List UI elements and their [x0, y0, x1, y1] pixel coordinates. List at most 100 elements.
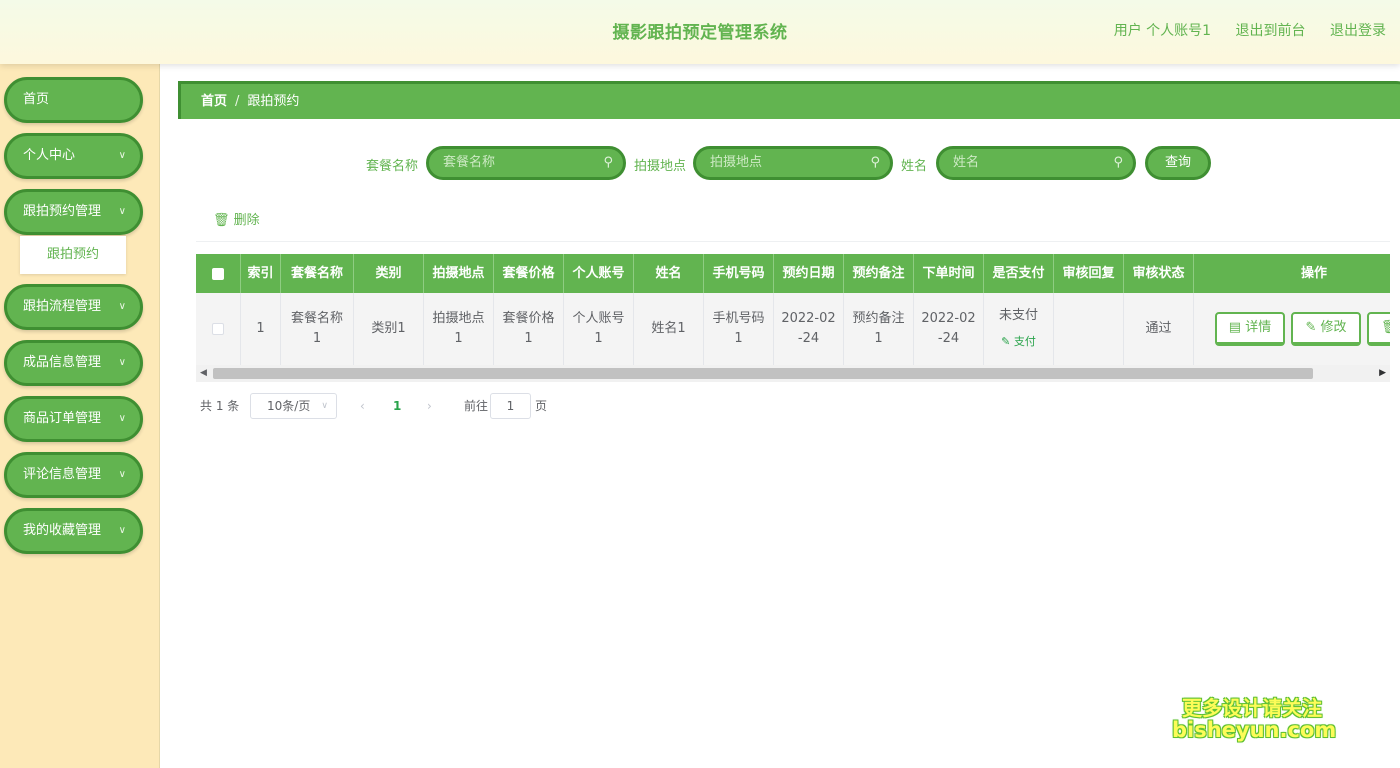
- location-placeholder: 拍摄地点: [710, 155, 763, 170]
- row-select-cell: [196, 293, 241, 365]
- prev-page-icon[interactable]: ‹: [360, 394, 365, 418]
- cell-account: 个人账号1: [564, 293, 634, 365]
- row-delete-button[interactable]: 🗑: [1367, 312, 1390, 346]
- chevron-down-icon: ∨: [118, 413, 126, 424]
- scroll-left-arrow-icon[interactable]: ◀: [200, 368, 207, 378]
- chevron-down-icon: ∨: [118, 469, 126, 480]
- package-name-input[interactable]: 套餐名称 ⚲: [426, 146, 626, 180]
- column-header-review-reply: 审核回复: [1054, 254, 1124, 293]
- name-label: 姓名: [901, 159, 928, 174]
- package-name-label: 套餐名称: [366, 159, 419, 174]
- column-header-remark: 预约备注: [844, 254, 914, 293]
- query-button[interactable]: 查询: [1145, 146, 1211, 180]
- sidebar-item-order-management[interactable]: 商品订单管理 ∨: [4, 396, 143, 442]
- watermark-line1: 更多设计请关注: [1182, 696, 1322, 720]
- delete-label: 删除: [233, 213, 260, 228]
- trash-icon: 🗑: [213, 213, 230, 228]
- edit-icon: ✎: [1001, 335, 1011, 348]
- user-account-label: 用户 个人账号1: [1113, 23, 1212, 39]
- cell-name: 姓名1: [634, 293, 704, 365]
- detail-button[interactable]: ▤ 详情: [1215, 312, 1285, 346]
- column-header-order-time: 下单时间: [914, 254, 984, 293]
- cell-location: 拍摄地点1: [424, 293, 494, 365]
- package-name-placeholder: 套餐名称: [443, 155, 496, 170]
- delete-button[interactable]: 🗑 删除: [213, 209, 260, 228]
- sidebar-item-label: 我的收藏管理: [23, 523, 102, 538]
- chevron-down-icon: ∨: [118, 525, 126, 536]
- sidebar-item-home[interactable]: 首页: [4, 77, 143, 123]
- watermark-line2: bisheyun.com: [1172, 718, 1337, 742]
- cell-actions: ▤ 详情 ✎ 修改 🗑: [1194, 293, 1390, 365]
- column-header-price: 套餐价格: [494, 254, 564, 293]
- location-label: 拍摄地点: [634, 159, 687, 174]
- search-icon: ⚲: [1113, 155, 1123, 170]
- edit-icon: ✎: [1305, 320, 1317, 335]
- search-icon: ⚲: [870, 155, 880, 170]
- logout-link[interactable]: 退出登录: [1330, 23, 1386, 39]
- pay-link-label: 支付: [1013, 335, 1036, 348]
- chevron-down-icon: ∨: [118, 206, 126, 217]
- sidebar-item-process-management[interactable]: 跟拍流程管理 ∨: [4, 284, 143, 330]
- back-to-front-link[interactable]: 退出到前台: [1236, 23, 1306, 39]
- page-suffix: 页: [535, 399, 548, 413]
- cell-review-status: 通过: [1124, 293, 1194, 365]
- name-placeholder: 姓名: [953, 155, 980, 170]
- sidebar-item-label: 成品信息管理: [23, 355, 102, 370]
- cell-order-time: 2022-02-24: [914, 293, 984, 365]
- cell-price: 套餐价格1: [494, 293, 564, 365]
- sidebar-item-personal-center[interactable]: 个人中心 ∨: [4, 133, 143, 179]
- sidebar-item-label: 评论信息管理: [23, 467, 102, 482]
- sidebar-item-label: 首页: [23, 92, 50, 107]
- trash-icon: 🗑: [1381, 320, 1390, 335]
- edit-label: 修改: [1320, 320, 1347, 335]
- column-header-review-status: 审核状态: [1124, 254, 1194, 293]
- search-icon: ⚲: [603, 155, 613, 170]
- sidebar-item-label: 跟拍流程管理: [23, 299, 102, 314]
- column-header-phone: 手机号码: [704, 254, 774, 293]
- select-all-checkbox[interactable]: [212, 267, 224, 280]
- column-header-account: 个人账号: [564, 254, 634, 293]
- sidebar-item-booking-management[interactable]: 跟拍预约管理 ∨: [4, 189, 143, 235]
- select-all-cell: [196, 254, 241, 293]
- chevron-down-icon: ∨: [118, 301, 126, 312]
- row-checkbox[interactable]: [212, 323, 224, 335]
- sidebar-item-comment-management[interactable]: 评论信息管理 ∨: [4, 452, 143, 498]
- toolbar-divider: [196, 241, 1390, 242]
- sidebar: 首页 个人中心 ∨ 跟拍预约管理 ∨ 跟拍预约 跟拍流程管理 ∨ 成品信息管理 ∨ 商品…: [0, 64, 160, 768]
- sidebar-item-label: 商品订单管理: [23, 411, 102, 426]
- page-size-value: 10条/页: [267, 399, 311, 413]
- horizontal-scrollbar[interactable]: ◀ ▶: [196, 365, 1390, 382]
- cell-review-reply: [1054, 293, 1124, 365]
- sidebar-item-product-management[interactable]: 成品信息管理 ∨: [4, 340, 143, 386]
- scroll-right-arrow-icon[interactable]: ▶: [1379, 368, 1386, 378]
- edit-button[interactable]: ✎ 修改: [1291, 312, 1361, 346]
- breadcrumb: 首页 / 跟拍预约: [178, 81, 1400, 119]
- cell-remark: 预约备注1: [844, 293, 914, 365]
- column-header-date: 预约日期: [774, 254, 844, 293]
- document-icon: ▤: [1228, 320, 1242, 335]
- breadcrumb-current: 跟拍预约: [247, 94, 300, 109]
- column-header-location: 拍摄地点: [424, 254, 494, 293]
- table-header: 索引 套餐名称 类别 拍摄地点 套餐价格 个人账号 姓名 手机号码 预约日期 预…: [196, 254, 1390, 293]
- breadcrumb-separator: /: [235, 94, 240, 109]
- page-number-current[interactable]: 1: [393, 394, 401, 418]
- breadcrumb-home[interactable]: 首页: [201, 94, 227, 109]
- goto-label: 前往: [464, 399, 489, 413]
- column-header-index: 索引: [241, 254, 281, 293]
- paid-status: 未支付: [998, 308, 1038, 323]
- pay-link[interactable]: ✎ 支付: [1001, 332, 1036, 352]
- page-size-select[interactable]: 10条/页 ∨: [250, 393, 337, 419]
- submenu-item-booking[interactable]: 跟拍预约: [20, 236, 126, 274]
- scrollbar-thumb[interactable]: [213, 368, 1313, 379]
- name-input[interactable]: 姓名 ⚲: [936, 146, 1136, 180]
- next-page-icon[interactable]: ›: [427, 394, 432, 418]
- cell-index: 1: [241, 293, 281, 365]
- sidebar-item-favorites-management[interactable]: 我的收藏管理 ∨: [4, 508, 143, 554]
- chevron-down-icon: ∨: [118, 357, 126, 368]
- column-header-actions: 操作: [1300, 266, 1327, 281]
- table-row: 1 套餐名称1 类别1 拍摄地点1 套餐价格1 个人账号1 姓名1 手机号码1 …: [196, 293, 1390, 365]
- cell-package-name: 套餐名称1: [281, 293, 354, 365]
- goto-page-input[interactable]: 1: [490, 393, 531, 419]
- location-input[interactable]: 拍摄地点 ⚲: [693, 146, 893, 180]
- column-header-category: 类别: [354, 254, 424, 293]
